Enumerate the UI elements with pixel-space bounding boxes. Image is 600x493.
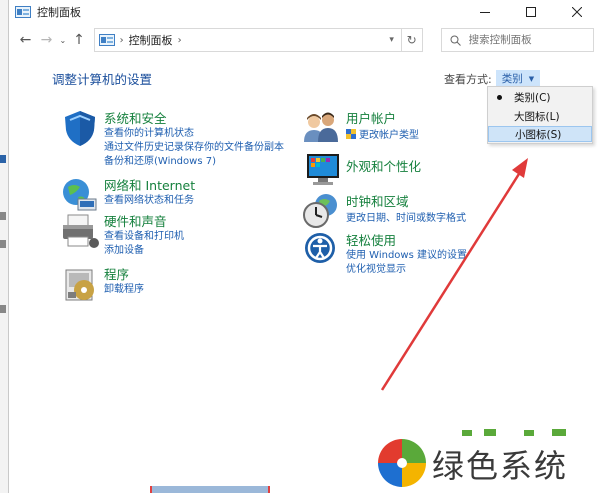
back-button[interactable]: ← xyxy=(15,29,36,51)
view-by-dropdown[interactable]: 类别 ▼ xyxy=(495,70,541,87)
arrow-left-icon: ← xyxy=(19,32,32,48)
window-title: 控制面板 xyxy=(37,6,81,19)
category-programs: 程序 卸载程序 xyxy=(60,264,290,301)
chevron-right-icon[interactable]: › xyxy=(178,35,182,46)
close-icon xyxy=(572,7,582,17)
menu-item-large-icons[interactable]: 大图标(L) xyxy=(488,109,592,125)
page-title: 调整计算机的设置 xyxy=(52,72,153,87)
watermark-logo xyxy=(378,439,426,487)
arrow-right-icon: → xyxy=(40,32,53,48)
category-hardware-sound: 硬件和声音 查看设备和打印机 添加设备 xyxy=(60,211,290,256)
background-mark xyxy=(0,212,6,220)
accessibility-icon xyxy=(305,233,335,263)
category-link[interactable]: 通过文件历史记录保存你的文件备份副本 xyxy=(104,138,284,153)
category-link[interactable]: 更改帐户类型 xyxy=(346,126,419,141)
users-icon xyxy=(304,112,338,142)
search-icon xyxy=(450,35,461,46)
view-by: 查看方式: 类别 ▼ xyxy=(444,70,541,87)
category-link[interactable]: 更改日期、时间或数字格式 xyxy=(346,209,466,224)
printer-icon xyxy=(63,214,99,248)
category-link[interactable]: 优化视觉显示 xyxy=(346,260,406,275)
category-link[interactable]: 使用 Windows 建议的设置 xyxy=(346,246,467,261)
uac-shield-icon xyxy=(346,129,356,139)
category-user-accounts: 用户帐户 更改帐户类型 xyxy=(302,108,492,144)
category-link[interactable]: 查看网络状态和任务 xyxy=(104,191,194,206)
view-by-value: 类别 xyxy=(501,73,523,85)
search-box[interactable] xyxy=(440,28,595,52)
background-mark xyxy=(0,305,6,313)
chevron-down-icon[interactable]: ▾ xyxy=(383,35,401,45)
maximize-button[interactable] xyxy=(508,0,554,24)
screen: 控制面板 ← → ⌄ ↑ › 控制面板 › ▾ ↻ 搜索控制面板 调整计算机的设… xyxy=(0,0,600,493)
category-title[interactable]: 用户帐户 xyxy=(346,108,396,127)
watermark-text: 绿色系统 xyxy=(432,447,569,485)
category-title[interactable]: 时钟和区域 xyxy=(346,191,409,210)
menu-item-category[interactable]: 类别(C) xyxy=(488,90,592,106)
chevron-down-icon: ⌄ xyxy=(59,35,67,45)
title-bar: 控制面板 xyxy=(9,0,600,24)
clock-globe-icon xyxy=(303,194,337,228)
watermark-green-fragment xyxy=(462,429,566,436)
programs-disc-icon xyxy=(65,269,94,301)
category-title[interactable]: 外观和个性化 xyxy=(346,156,421,175)
globe-icon xyxy=(63,179,97,211)
category-system-security: 系统和安全 查看你的计算机状态 通过文件历史记录保存你的文件备份副本 备份和还原… xyxy=(60,108,290,167)
breadcrumb-control-panel[interactable]: 控制面板 xyxy=(129,32,173,48)
category-ease-of-access: 轻松使用 使用 Windows 建议的设置 优化视觉显示 xyxy=(302,230,522,275)
background-mark xyxy=(0,240,6,248)
category-link[interactable]: 备份和还原(Windows 7) xyxy=(104,152,216,167)
control-panel-icon xyxy=(98,34,115,46)
monitor-palette-icon xyxy=(307,154,339,185)
window-controls xyxy=(462,0,600,24)
control-panel-icon xyxy=(15,6,31,18)
caret-down-icon: ▼ xyxy=(528,74,535,83)
minimize-button[interactable] xyxy=(462,0,508,24)
radio-dot-icon xyxy=(497,95,502,100)
arrow-up-icon: ↑ xyxy=(73,32,85,48)
forward-button[interactable]: → xyxy=(36,29,57,51)
category-link[interactable]: 查看你的计算机状态 xyxy=(104,124,194,139)
close-button[interactable] xyxy=(554,0,600,24)
category-network-internet: 网络和 Internet 查看网络状态和任务 xyxy=(60,175,290,211)
refresh-icon: ↻ xyxy=(406,33,417,47)
address-bar[interactable]: › 控制面板 › ▾ xyxy=(93,28,402,52)
search-input[interactable] xyxy=(468,34,589,46)
minimize-icon xyxy=(480,12,490,13)
category-clock-region: 时钟和区域 更改日期、时间或数字格式 xyxy=(302,191,502,228)
shield-icon xyxy=(65,111,95,146)
category-link[interactable]: 查看设备和打印机 xyxy=(104,227,184,242)
refresh-button[interactable]: ↻ xyxy=(401,28,423,52)
maximize-icon xyxy=(526,7,536,17)
category-appearance-personalization: 外观和个性化 xyxy=(302,150,492,186)
navigation-bar: ← → ⌄ ↑ › 控制面板 › ▾ ↻ xyxy=(9,26,600,54)
category-link[interactable]: 添加设备 xyxy=(104,241,144,256)
background-mark xyxy=(0,155,6,163)
recent-locations-button[interactable]: ⌄ xyxy=(57,29,68,51)
background-taskbar-fragment xyxy=(150,486,270,493)
category-link[interactable]: 卸载程序 xyxy=(104,280,144,295)
menu-item-small-icons[interactable]: 小图标(S) xyxy=(488,126,592,142)
view-by-label: 查看方式: xyxy=(444,72,492,86)
view-by-menu: 类别(C) 大图标(L) 小图标(S) xyxy=(487,86,593,144)
chevron-right-icon: › xyxy=(119,34,124,46)
up-button[interactable]: ↑ xyxy=(69,29,90,51)
